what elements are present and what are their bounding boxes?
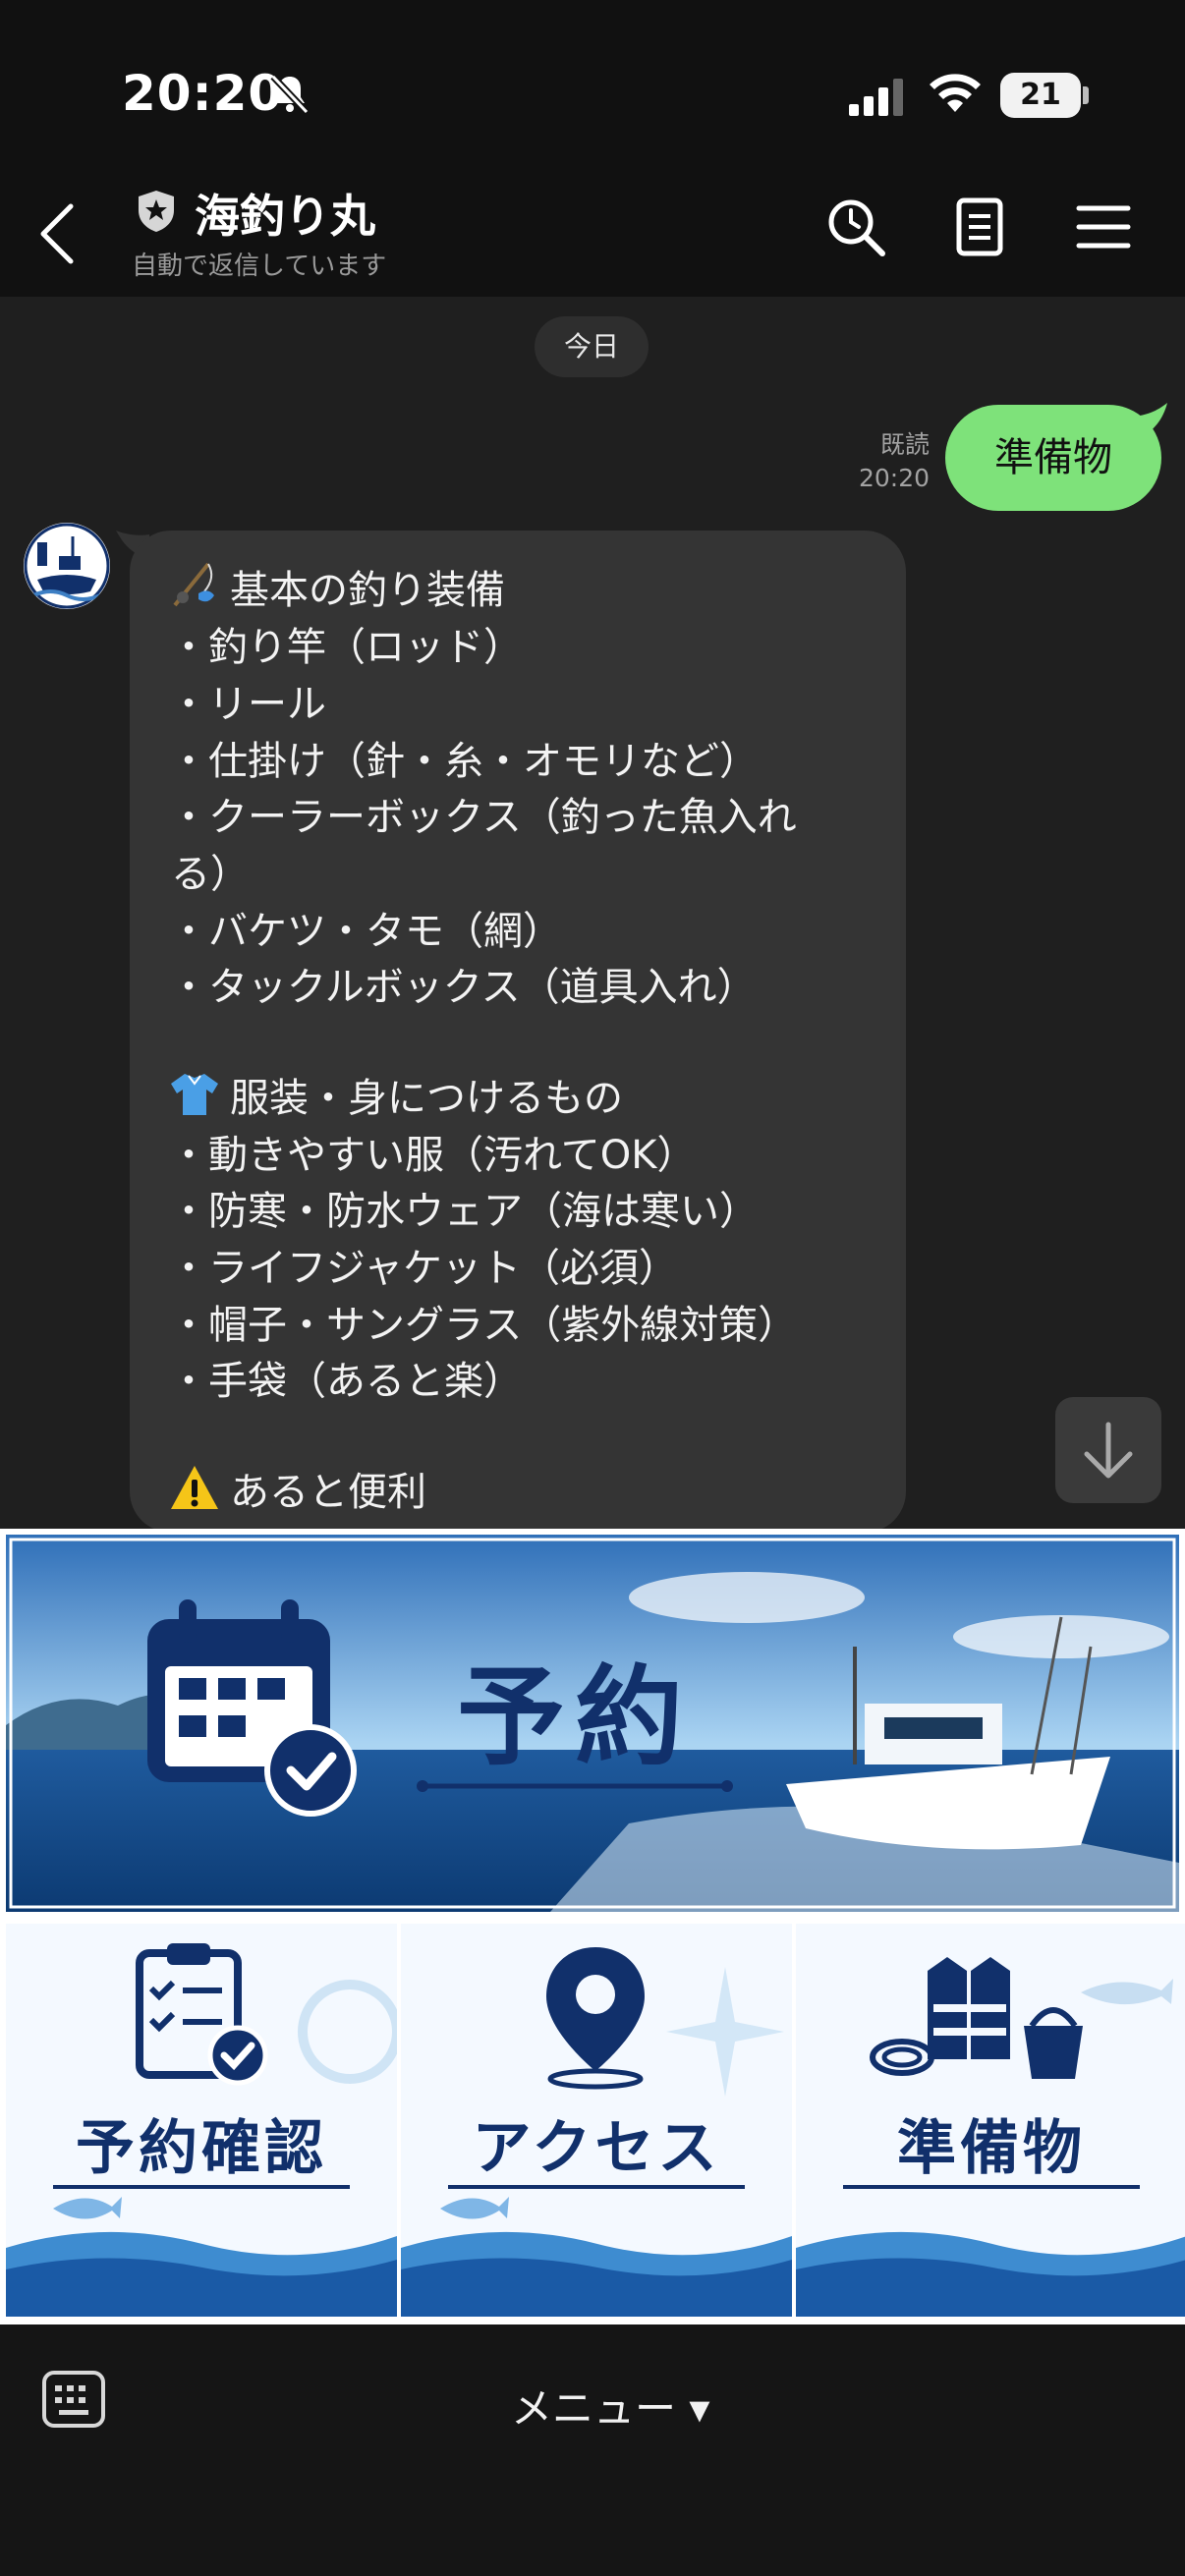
avatar[interactable]: [24, 523, 110, 609]
boat-logo-icon: [24, 523, 110, 609]
warning-icon: [171, 1466, 218, 1509]
banner-label: 予約: [457, 1654, 693, 1780]
back-icon[interactable]: [37, 202, 77, 265]
verified-shield-icon: [139, 191, 174, 232]
message-line: ・手袋（あると楽）: [169, 1359, 523, 1404]
read-receipt: 既読: [879, 430, 930, 459]
message-line: 服装・身につけるもの: [169, 1066, 623, 1123]
bottom-bar: [0, 2324, 1185, 2576]
chat-title[interactable]: 海釣り丸: [195, 181, 375, 246]
signal-icon: [849, 79, 903, 116]
battery-cap: [1083, 86, 1089, 104]
message-line: ・仕掛け（針・糸・オモリなど）: [169, 739, 759, 784]
tile-label: 予約確認: [76, 2114, 327, 2183]
tile-underline: [53, 2185, 350, 2189]
message-line: る）: [171, 852, 250, 897]
date-separator: 今日: [535, 316, 649, 377]
message-line: ・防寒・防水ウェア（海は寒い）: [169, 1189, 759, 1234]
message-line: ・帽子・サングラス（紫外線対策）: [169, 1303, 798, 1348]
tile-label: アクセス: [472, 2114, 721, 2183]
message-line: ・ライフジャケット（必須）: [169, 1246, 678, 1291]
battery-indicator: 21: [1000, 73, 1081, 118]
tile-reservation-check[interactable]: 予約確認: [6, 1924, 397, 2317]
message-line: あると便利: [169, 1460, 426, 1517]
tile-label: 準備物: [897, 2114, 1086, 2183]
message-time: 20:20: [858, 464, 930, 492]
message-line: 基本の釣り装備: [169, 558, 505, 615]
notes-icon[interactable]: [947, 195, 1012, 259]
message-line: ・タックルボックス（道具入れ）: [169, 965, 757, 1010]
sent-message-bubble[interactable]: 準備物: [945, 405, 1161, 511]
clipboard-check-icon: [136, 1943, 268, 2086]
reserve-banner[interactable]: 予約: [0, 1529, 1185, 1918]
tile-underline: [843, 2185, 1140, 2189]
t-shirt-icon: [171, 1074, 218, 1115]
calendar-check-icon: [147, 1599, 357, 1817]
fishing-pole-icon: [173, 562, 214, 607]
life-jacket-icon: [870, 1957, 1083, 2079]
tile-underline: [448, 2185, 745, 2189]
tile-preparation[interactable]: 準備物: [796, 1924, 1185, 2317]
message-line: ・バケツ・タモ（網）: [169, 909, 562, 954]
search-icon[interactable]: [823, 195, 888, 259]
hamburger-menu-icon[interactable]: [1071, 195, 1136, 259]
menu-toggle[interactable]: メニュー ▾: [511, 2376, 709, 2436]
message-line: ・釣り竿（ロッド）: [169, 625, 523, 670]
message-line: ・リール: [169, 682, 326, 727]
message-meta: 既読 20:20: [835, 428, 930, 495]
scroll-to-bottom-icon[interactable]: [1055, 1397, 1161, 1503]
received-message-bubble[interactable]: 基本の釣り装備 ・釣り竿（ロッド） ・リール ・仕掛け（針・糸・オモリなど） ・…: [130, 531, 906, 1533]
bell-off-icon: [270, 74, 310, 115]
tile-access[interactable]: アクセス: [401, 1924, 792, 2317]
keyboard-icon[interactable]: [41, 2370, 106, 2429]
chat-subtitle: 自動で返信しています: [132, 252, 387, 281]
message-line: ・クーラーボックス（釣った魚入れ: [169, 795, 797, 840]
message-line: ・動きやすい服（汚れてOK）: [169, 1133, 697, 1178]
map-pin-icon: [546, 1947, 645, 2090]
status-time: 20:20: [122, 65, 284, 122]
wifi-icon: [930, 74, 981, 112]
